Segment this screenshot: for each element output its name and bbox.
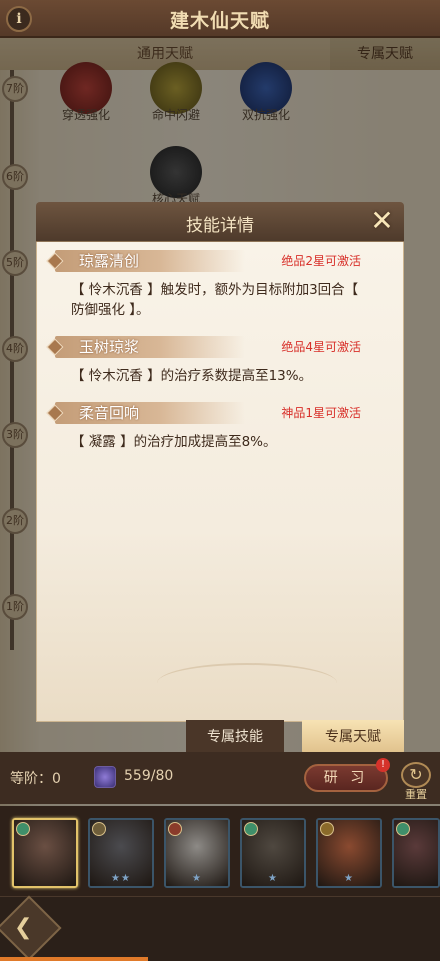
- skill-description: 【 怜木沉香 】触发时，额外为目标附加3回合【 防御强化 】。: [71, 282, 359, 318]
- modal-title: 技能详情: [186, 216, 254, 236]
- level-label: 等阶：: [10, 771, 52, 787]
- skill-description: 【 怜木沉香 】的治疗系数提高至13%。: [71, 368, 313, 384]
- hero-portrait[interactable]: ★: [164, 818, 230, 888]
- tab-exclusive-skill[interactable]: 专属技能: [186, 720, 284, 755]
- study-button[interactable]: 研 习: [304, 764, 388, 792]
- level-display: 等阶：0: [10, 768, 61, 788]
- talent-info-bar: 等阶：0 559/80 研 习 ! ↻ 重置: [0, 752, 440, 804]
- modal-header: 技能详情 ✕: [36, 202, 404, 242]
- hero-selector: ★★ ★ ★ ★: [0, 806, 440, 896]
- activation-condition: 绝品2星可激活: [281, 254, 361, 268]
- activation-condition: 神品1星可激活: [281, 406, 361, 420]
- loading-progress: [0, 957, 148, 961]
- skill-name: 柔音回响: [79, 404, 140, 422]
- reset-button[interactable]: ↻ 重置: [398, 762, 434, 801]
- skill-detail-modal: 技能详情 ✕ 琼露清创 绝品2星可激活 【 怜木沉香 】触发时，额外为目标附加3…: [36, 202, 404, 722]
- talent-points: 559/80: [124, 768, 174, 784]
- modal-body: 琼露清创 绝品2星可激活 【 怜木沉香 】触发时，额外为目标附加3回合【 防御强…: [36, 242, 404, 722]
- back-arrow-icon: ❮: [14, 915, 33, 940]
- element-icon: [16, 822, 30, 836]
- activation-condition: 绝品4星可激活: [281, 340, 361, 354]
- hero-portrait[interactable]: ★★: [88, 818, 154, 888]
- footer: ❮: [0, 895, 440, 961]
- hero-stars: ★: [268, 873, 278, 884]
- skill-name: 玉树琼浆: [79, 338, 140, 356]
- notification-badge: !: [376, 758, 390, 772]
- reset-icon: ↻: [401, 762, 431, 788]
- close-icon[interactable]: ✕: [368, 207, 396, 236]
- diamond-icon: [46, 338, 64, 356]
- element-icon: [396, 822, 410, 836]
- hero-portrait[interactable]: [392, 818, 440, 888]
- element-icon: [168, 822, 182, 836]
- skill-name: 琼露清创: [79, 252, 140, 270]
- hero-stars: ★: [192, 873, 202, 884]
- skill-description: 【 凝露 】的治疗加成提高至8%。: [71, 434, 277, 450]
- hero-stars: ★: [344, 873, 354, 884]
- hero-stars: ★★: [111, 873, 131, 884]
- element-icon: [244, 822, 258, 836]
- decorative-swirl: [157, 663, 337, 703]
- page-title: 建木仙天赋: [169, 10, 270, 32]
- element-icon: [92, 822, 106, 836]
- hero-portrait[interactable]: [12, 818, 78, 888]
- top-bar: i 建木仙天赋: [0, 0, 440, 38]
- reset-label: 重置: [405, 788, 427, 801]
- element-icon: [320, 822, 334, 836]
- level-value: 0: [52, 771, 61, 787]
- diamond-icon: [46, 252, 64, 270]
- hero-portrait[interactable]: ★: [240, 818, 306, 888]
- hero-portrait[interactable]: ★: [316, 818, 382, 888]
- tab-exclusive-talent-bottom[interactable]: 专属天赋: [302, 720, 404, 755]
- diamond-icon: [46, 404, 64, 422]
- talent-points-icon: [94, 766, 116, 788]
